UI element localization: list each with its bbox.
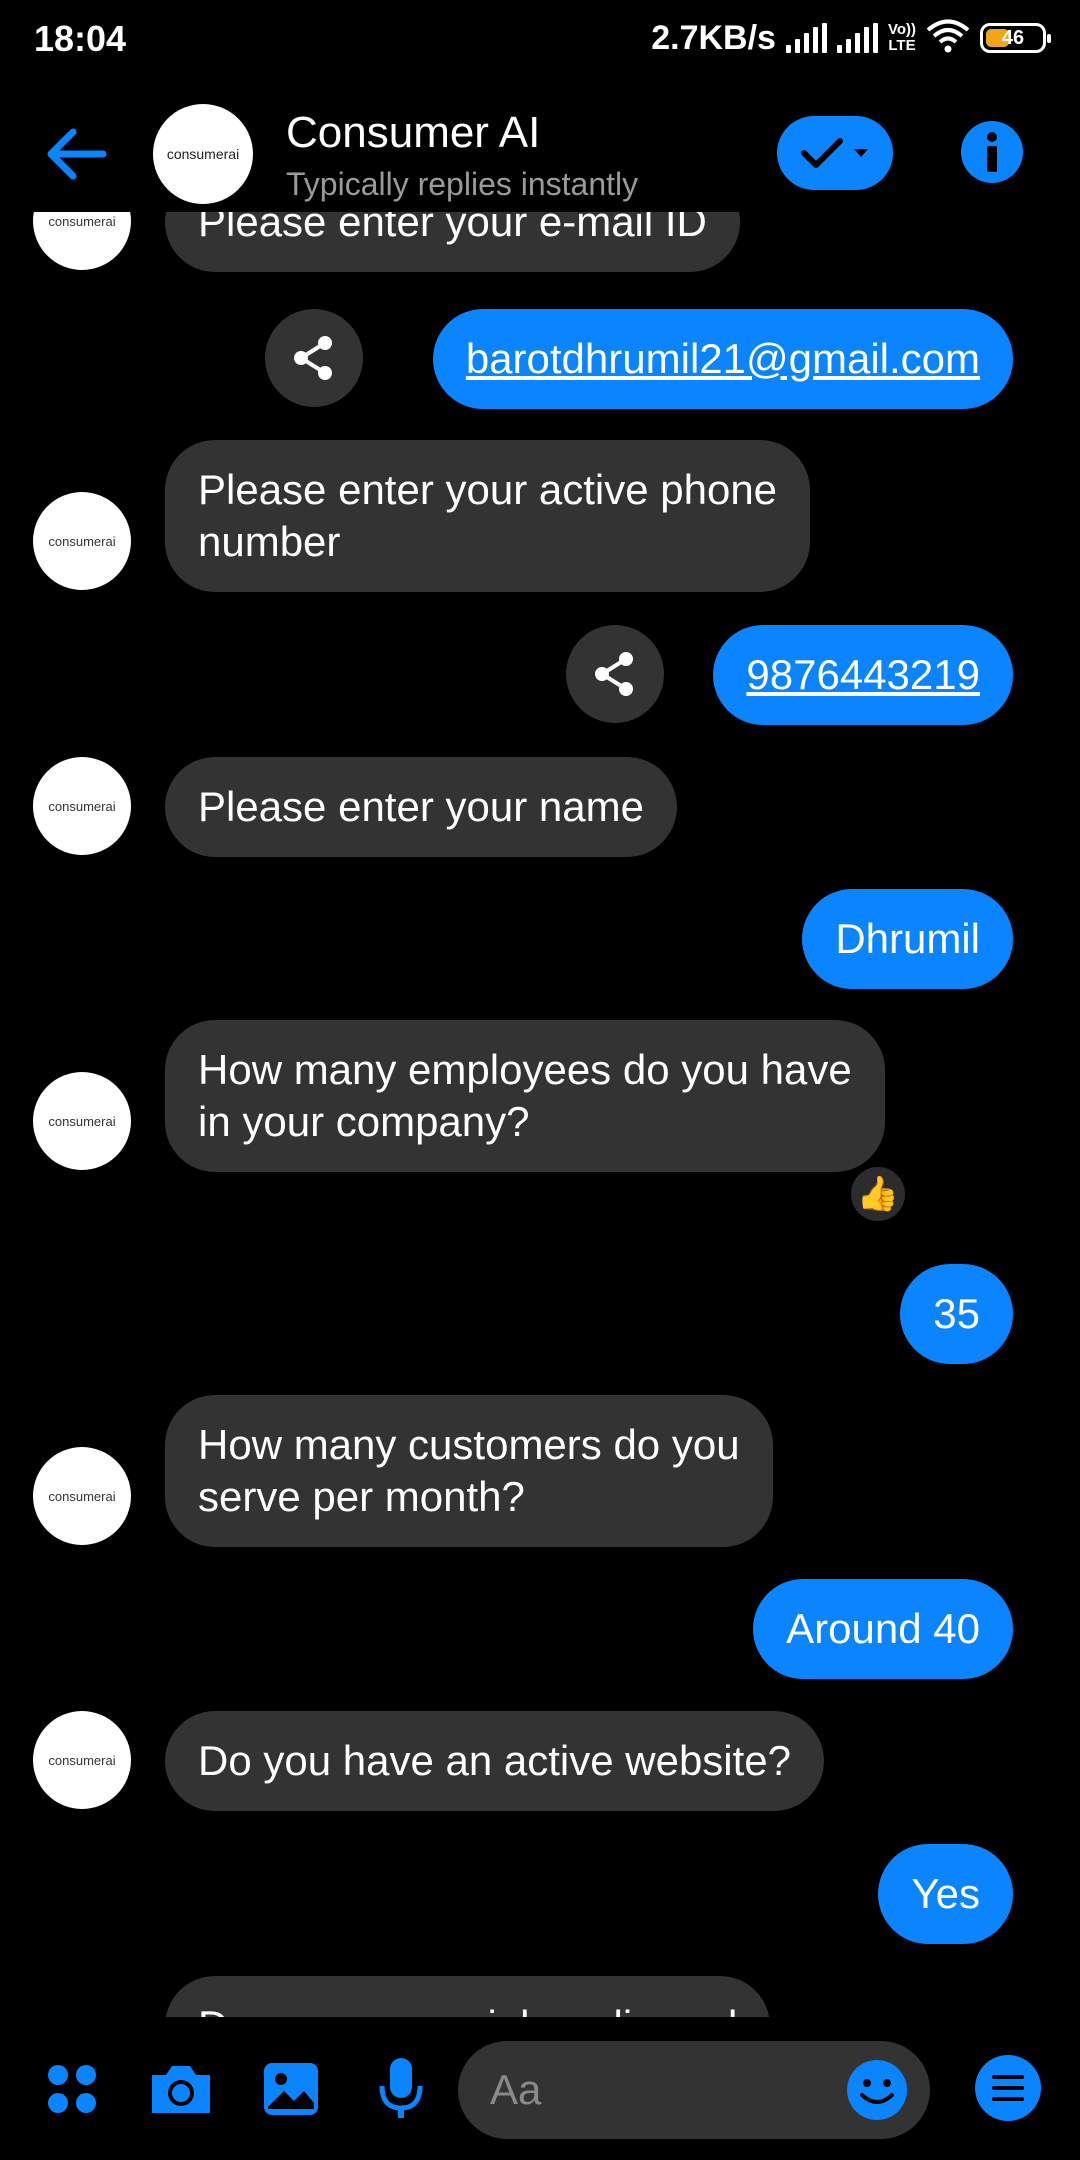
- share-icon: [595, 652, 633, 696]
- info-icon: [987, 132, 997, 172]
- message-bubble-outgoing[interactable]: Dhrumil: [802, 889, 1013, 989]
- share-button[interactable]: [566, 625, 664, 723]
- image-icon: [264, 2063, 318, 2115]
- emoji-icon: [847, 2060, 907, 2120]
- thumbs-up-reaction[interactable]: 👍: [847, 1163, 909, 1225]
- message-bubble[interactable]: Do you use social media and: [165, 1976, 771, 2017]
- volte-icon: Vo)) LTE: [887, 21, 916, 54]
- back-arrow-icon: [47, 128, 107, 180]
- message-composer[interactable]: [458, 2041, 930, 2139]
- message-bubble[interactable]: How many customers do you serve per mont…: [165, 1395, 773, 1547]
- share-icon: [294, 336, 332, 380]
- status-time: 18:04: [34, 18, 127, 59]
- page-avatar[interactable]: consumerai: [153, 104, 253, 204]
- hamburger-icon: [992, 2075, 1024, 2101]
- microphone-icon: [379, 2058, 423, 2118]
- message-bubble-outgoing[interactable]: Around 40: [753, 1579, 1013, 1679]
- page-status: Typically replies instantly: [286, 166, 639, 202]
- message-bubble[interactable]: Do you have an active website?: [165, 1711, 825, 1811]
- battery-icon: 46: [980, 23, 1051, 53]
- avatar-logo-text: consumerai: [166, 146, 240, 162]
- back-button[interactable]: [38, 120, 114, 188]
- checkmark-icon: [801, 138, 843, 168]
- message-input[interactable]: [490, 2041, 830, 2139]
- share-button[interactable]: [265, 309, 363, 407]
- mark-done-button[interactable]: [777, 116, 893, 190]
- bot-avatar[interactable]: consumerai: [33, 757, 131, 855]
- info-button[interactable]: [961, 121, 1023, 183]
- status-indicators: 2.7KB/s Vo)) LTE 46: [651, 16, 1051, 60]
- message-bubble[interactable]: Please enter your e-mail ID: [165, 212, 740, 272]
- bot-avatar[interactable]: consumerai: [33, 212, 131, 270]
- bot-avatar[interactable]: consumerai: [33, 492, 131, 590]
- bot-avatar[interactable]: consumerai: [33, 1711, 131, 1809]
- battery-level: 46: [1001, 26, 1025, 49]
- gallery-button[interactable]: [251, 2049, 331, 2129]
- wifi-icon: [926, 19, 970, 58]
- message-list[interactable]: consumerai Please enter your e-mail ID b…: [0, 212, 1080, 2017]
- message-bubble[interactable]: Please enter your name: [165, 757, 677, 857]
- bot-avatar[interactable]: consumerai: [33, 1447, 131, 1545]
- message-bubble-phone[interactable]: 9876443219: [713, 625, 1013, 725]
- message-bubble[interactable]: How many employees do you have in your c…: [165, 1020, 885, 1172]
- status-bar: 18:04 2.7KB/s Vo)) LTE 46: [0, 0, 1080, 76]
- voice-button[interactable]: [361, 2049, 441, 2129]
- message-bubble-outgoing[interactable]: Yes: [878, 1844, 1013, 1944]
- chat-header: consumerai Consumer AI Typically replies…: [0, 96, 1080, 212]
- camera-button[interactable]: [141, 2049, 221, 2129]
- message-bubble[interactable]: Please enter your active phone number: [165, 440, 811, 592]
- menu-button[interactable]: [975, 2055, 1041, 2121]
- chevron-down-icon: [854, 149, 868, 157]
- message-bubble-email[interactable]: barotdhrumil21@gmail.com: [432, 309, 1013, 409]
- emoji-button[interactable]: [844, 2057, 910, 2123]
- composer-bar: [0, 2017, 1080, 2160]
- network-speed: 2.7KB/s: [651, 18, 776, 57]
- four-dots-icon: [48, 2065, 96, 2113]
- signal-icon: [785, 23, 827, 53]
- more-actions-button[interactable]: [32, 2049, 112, 2129]
- bot-avatar[interactable]: consumerai: [33, 1072, 131, 1170]
- message-bubble-outgoing[interactable]: 35: [900, 1264, 1013, 1364]
- page-title[interactable]: Consumer AI: [286, 108, 540, 158]
- camera-icon: [152, 2066, 210, 2113]
- signal-icon-2: [836, 23, 878, 53]
